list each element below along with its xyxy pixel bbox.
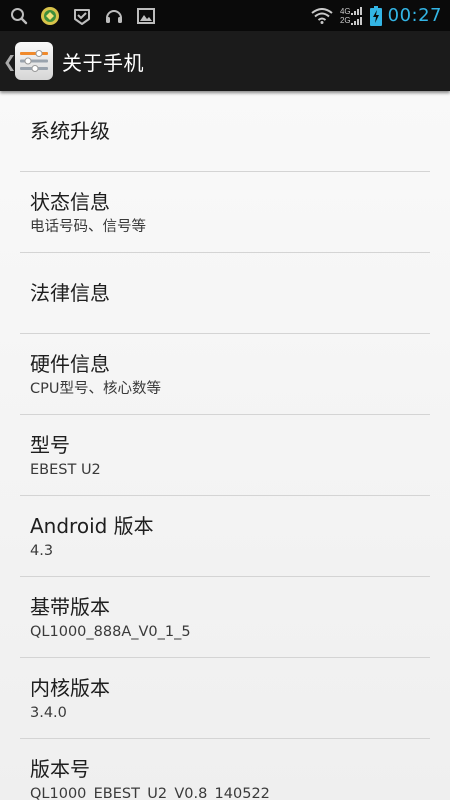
list-item-legal[interactable]: 法律信息 [20, 253, 430, 334]
settings-list: 系统升级 状态信息 电话号码、信号等 法律信息 硬件信息 CPU型号、核心数等 … [0, 91, 450, 800]
item-title: 状态信息 [30, 189, 110, 214]
item-title: 型号 [30, 432, 70, 457]
item-summary: 4.3 [30, 542, 54, 559]
action-bar: ❮ 关于手机 [0, 31, 450, 91]
item-title: 版本号 [30, 756, 90, 781]
item-title: 法律信息 [30, 281, 110, 305]
network-type-1: 4G [339, 6, 351, 16]
search-icon [10, 7, 28, 25]
item-summary: CPU型号、核心数等 [30, 380, 161, 397]
item-summary: 3.4.0 [30, 704, 67, 721]
settings-app-icon [15, 42, 53, 80]
item-title: 系统升级 [30, 119, 110, 143]
status-bar: 4G 2G 00:27 [0, 0, 450, 31]
list-item-status[interactable]: 状态信息 电话号码、信号等 [20, 172, 430, 253]
network-type-2: 2G [339, 15, 351, 25]
list-item-build-number[interactable]: 版本号 QL1000_EBEST_U2_V0.8_140522 [20, 739, 430, 800]
list-item-hardware[interactable]: 硬件信息 CPU型号、核心数等 [20, 334, 430, 415]
mail-check-icon [72, 6, 92, 26]
up-button[interactable]: ❮ [0, 31, 53, 91]
system-icons: 4G 2G 00:27 [304, 5, 442, 26]
page-title: 关于手机 [62, 50, 144, 75]
app-notification-icon [40, 6, 60, 26]
list-item-kernel-version[interactable]: 内核版本 3.4.0 [20, 658, 430, 739]
cellular-signal-icon: 4G 2G [339, 6, 363, 25]
chevron-left-icon: ❮ [3, 51, 17, 71]
list-item-model[interactable]: 型号 EBEST U2 [20, 415, 430, 496]
item-title: 基带版本 [30, 594, 110, 619]
item-summary: EBEST U2 [30, 461, 101, 478]
clock: 00:27 [387, 5, 442, 26]
item-summary: QL1000_EBEST_U2_V0.8_140522 [30, 785, 270, 800]
item-summary: QL1000_888A_V0_1_5 [30, 623, 191, 640]
notification-icons [10, 6, 168, 26]
item-title: 内核版本 [30, 675, 110, 700]
wifi-icon [311, 7, 333, 24]
battery-charging-icon [369, 5, 382, 26]
headset-icon [104, 6, 124, 26]
list-item-baseband-version[interactable]: 基带版本 QL1000_888A_V0_1_5 [20, 577, 430, 658]
list-item-system-update[interactable]: 系统升级 [20, 91, 430, 172]
item-summary: 电话号码、信号等 [30, 218, 146, 235]
list-item-android-version[interactable]: Android 版本 4.3 [20, 496, 430, 577]
gallery-icon [136, 6, 156, 26]
item-title: Android 版本 [30, 513, 154, 538]
item-title: 硬件信息 [30, 351, 110, 376]
